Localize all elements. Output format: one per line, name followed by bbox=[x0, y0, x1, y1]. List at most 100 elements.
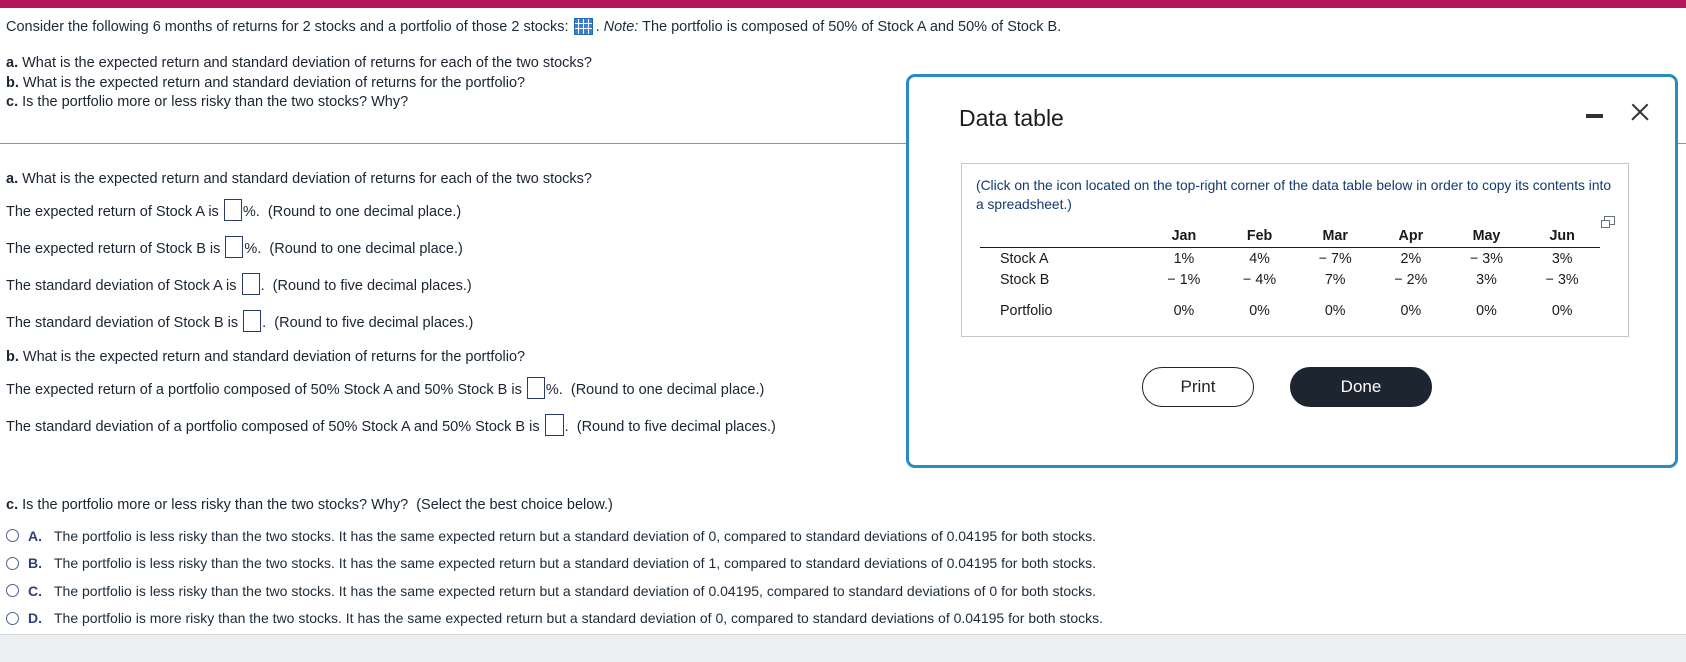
row-label-stock-b: Stock B bbox=[1000, 271, 1050, 288]
copy-hint-text: (Click on the icon located on the top-ri… bbox=[976, 178, 1612, 212]
stock-b-may: 3% bbox=[1476, 271, 1497, 288]
stock-a-apr: 2% bbox=[1400, 250, 1422, 267]
portfolio-jan: 0% bbox=[1173, 303, 1195, 319]
header-feb: Feb bbox=[1221, 228, 1298, 248]
stock-a-may: − 3% bbox=[1469, 250, 1503, 267]
input-portfolio-expected-return[interactable] bbox=[526, 377, 545, 399]
choice-prompt-hint: (Select the best choice below.) bbox=[416, 497, 613, 513]
intro-prefix-text: Consider the following 6 months of retur… bbox=[6, 19, 569, 35]
table-row: Stock A 1% 4% − 7% 2% − 3% 3% bbox=[980, 248, 1600, 270]
row-label-stock-a: Stock A bbox=[1000, 250, 1049, 267]
multiple-choice-group: c. Is the portfolio more or less risky t… bbox=[6, 488, 1406, 632]
input-expected-return-b[interactable] bbox=[225, 236, 244, 258]
returns-table-head: Jan Feb Mar Apr May Jun bbox=[980, 228, 1600, 248]
data-table-dialog: Data table (Click on the icon located on… bbox=[906, 74, 1678, 468]
choice-text-b: The portfolio is less risky than the two… bbox=[54, 555, 1097, 572]
minimize-icon[interactable] bbox=[1583, 103, 1605, 125]
question-text-a: What is the expected return and standard… bbox=[22, 55, 592, 71]
stock-a-jan: 1% bbox=[1173, 250, 1195, 267]
radio-button-b[interactable] bbox=[6, 556, 19, 570]
choice-prompt-letter: c. bbox=[6, 497, 19, 513]
choice-letter-a: A. bbox=[28, 527, 42, 544]
returns-table-body: Stock A 1% 4% − 7% 2% − 3% 3% Stock B − … bbox=[980, 248, 1600, 322]
choice-option-a[interactable]: A. The portfolio is less risky than the … bbox=[6, 522, 1406, 550]
returns-table: Jan Feb Mar Apr May Jun Stock A 1% 4% − … bbox=[980, 228, 1600, 322]
stock-b-feb: − 4% bbox=[1243, 271, 1277, 288]
answer-label-stdev-a: The standard deviation of Stock A is bbox=[6, 278, 237, 294]
header-may: May bbox=[1448, 228, 1525, 248]
unit-expected-return-b: %. bbox=[244, 241, 262, 257]
stock-b-mar: 7% bbox=[1324, 271, 1346, 288]
question-text-b: What is the expected return and standard… bbox=[22, 74, 526, 91]
question-item-c: c. Is the portfolio more or less risky t… bbox=[6, 93, 592, 113]
table-row: Stock B − 1% − 4% 7% − 2% 3% − 3% bbox=[980, 269, 1600, 290]
dialog-button-row: Print Done bbox=[909, 367, 1675, 407]
done-button[interactable]: Done bbox=[1290, 367, 1432, 407]
question-item-b: b. What is the expected return and stand… bbox=[6, 74, 592, 94]
choice-letter-b: B. bbox=[28, 555, 42, 572]
intro-separator: . bbox=[595, 19, 600, 35]
portfolio-feb: 0% bbox=[1249, 303, 1270, 319]
question-letter-a: a. bbox=[6, 55, 19, 71]
stock-b-jun: − 3% bbox=[1545, 271, 1579, 288]
header-jun: Jun bbox=[1524, 228, 1600, 248]
radio-button-d[interactable] bbox=[6, 611, 19, 625]
bottom-status-bar bbox=[0, 634, 1686, 662]
question-list: a. What is the expected return and stand… bbox=[6, 54, 592, 113]
portfolio-apr: 0% bbox=[1400, 303, 1422, 319]
input-portfolio-stdev[interactable] bbox=[544, 414, 564, 436]
unit-stdev-a: . bbox=[260, 278, 265, 294]
portfolio-may: 0% bbox=[1476, 303, 1497, 319]
header-apr: Apr bbox=[1373, 228, 1449, 248]
intro-statement: Consider the following 6 months of retur… bbox=[6, 18, 1061, 35]
part-b-letter: b. bbox=[6, 349, 19, 365]
choice-option-b[interactable]: B. The portfolio is less risky than the … bbox=[6, 550, 1406, 578]
unit-portfolio-expected-return: %. bbox=[545, 382, 563, 398]
portfolio-jun: 0% bbox=[1551, 303, 1573, 319]
part-b-heading-text: What is the expected return and standard… bbox=[22, 349, 526, 365]
input-expected-return-a[interactable] bbox=[223, 199, 242, 221]
question-letter-c: c. bbox=[6, 94, 19, 110]
answer-label-portfolio-stdev: The standard deviation of a portfolio co… bbox=[6, 419, 540, 435]
stock-b-apr: − 2% bbox=[1394, 271, 1428, 288]
hint-expected-return-a: (Round to one decimal place.) bbox=[267, 204, 462, 220]
choice-text-a: The portfolio is less risky than the two… bbox=[54, 527, 1097, 544]
header-row-label bbox=[980, 228, 1147, 248]
print-button[interactable]: Print bbox=[1142, 367, 1254, 407]
question-text-c: Is the portfolio more or less risky than… bbox=[22, 94, 409, 110]
intro-suffix-text: The portfolio is composed of 50% of Stoc… bbox=[642, 19, 1062, 35]
hint-expected-return-b: (Round to one decimal place.) bbox=[269, 241, 463, 257]
hint-portfolio-stdev: (Round to five decimal places.) bbox=[576, 419, 776, 435]
unit-expected-return-a: %. bbox=[242, 204, 260, 220]
input-stdev-b[interactable] bbox=[243, 310, 262, 332]
row-label-portfolio: Portfolio bbox=[1000, 303, 1053, 319]
stock-a-jun: 3% bbox=[1551, 250, 1573, 267]
answer-label-expected-return-a: The expected return of Stock A is bbox=[6, 204, 219, 220]
radio-button-a[interactable] bbox=[6, 529, 19, 543]
hint-stdev-b: (Round to five decimal places.) bbox=[274, 315, 474, 331]
table-row-spacer bbox=[980, 290, 1600, 302]
choice-option-d[interactable]: D. The portfolio is more risky than the … bbox=[6, 605, 1406, 633]
answer-label-portfolio-expected-return: The expected return of a portfolio compo… bbox=[6, 382, 522, 398]
dialog-titlebar: Data table bbox=[909, 77, 1675, 137]
radio-button-c[interactable] bbox=[6, 584, 19, 598]
copy-to-spreadsheet-icon[interactable] bbox=[1601, 216, 1616, 229]
choice-text-c: The portfolio is less risky than the two… bbox=[54, 582, 1097, 599]
table-row: Portfolio 0% 0% 0% 0% 0% 0% bbox=[980, 302, 1600, 322]
dialog-title: Data table bbox=[959, 105, 1064, 131]
portfolio-mar: 0% bbox=[1324, 303, 1346, 319]
choice-option-c[interactable]: C. The portfolio is less risky than the … bbox=[6, 577, 1406, 605]
choice-text-d: The portfolio is more risky than the two… bbox=[54, 610, 1104, 627]
stock-a-feb: 4% bbox=[1249, 250, 1270, 267]
stock-a-mar: − 7% bbox=[1318, 250, 1352, 267]
input-stdev-a[interactable] bbox=[241, 273, 260, 295]
spreadsheet-grid-icon[interactable] bbox=[573, 18, 593, 35]
note-label: Note: bbox=[603, 19, 639, 35]
answer-label-stdev-b: The standard deviation of Stock B is bbox=[6, 315, 239, 331]
answer-label-expected-return-b: The expected return of Stock B is bbox=[6, 241, 221, 257]
close-icon[interactable] bbox=[1627, 99, 1653, 125]
hint-stdev-a: (Round to five decimal places.) bbox=[272, 278, 472, 294]
choice-prompt-text: Is the portfolio more or less risky than… bbox=[22, 497, 409, 513]
unit-stdev-b: . bbox=[262, 315, 267, 331]
header-jan: Jan bbox=[1146, 228, 1222, 248]
